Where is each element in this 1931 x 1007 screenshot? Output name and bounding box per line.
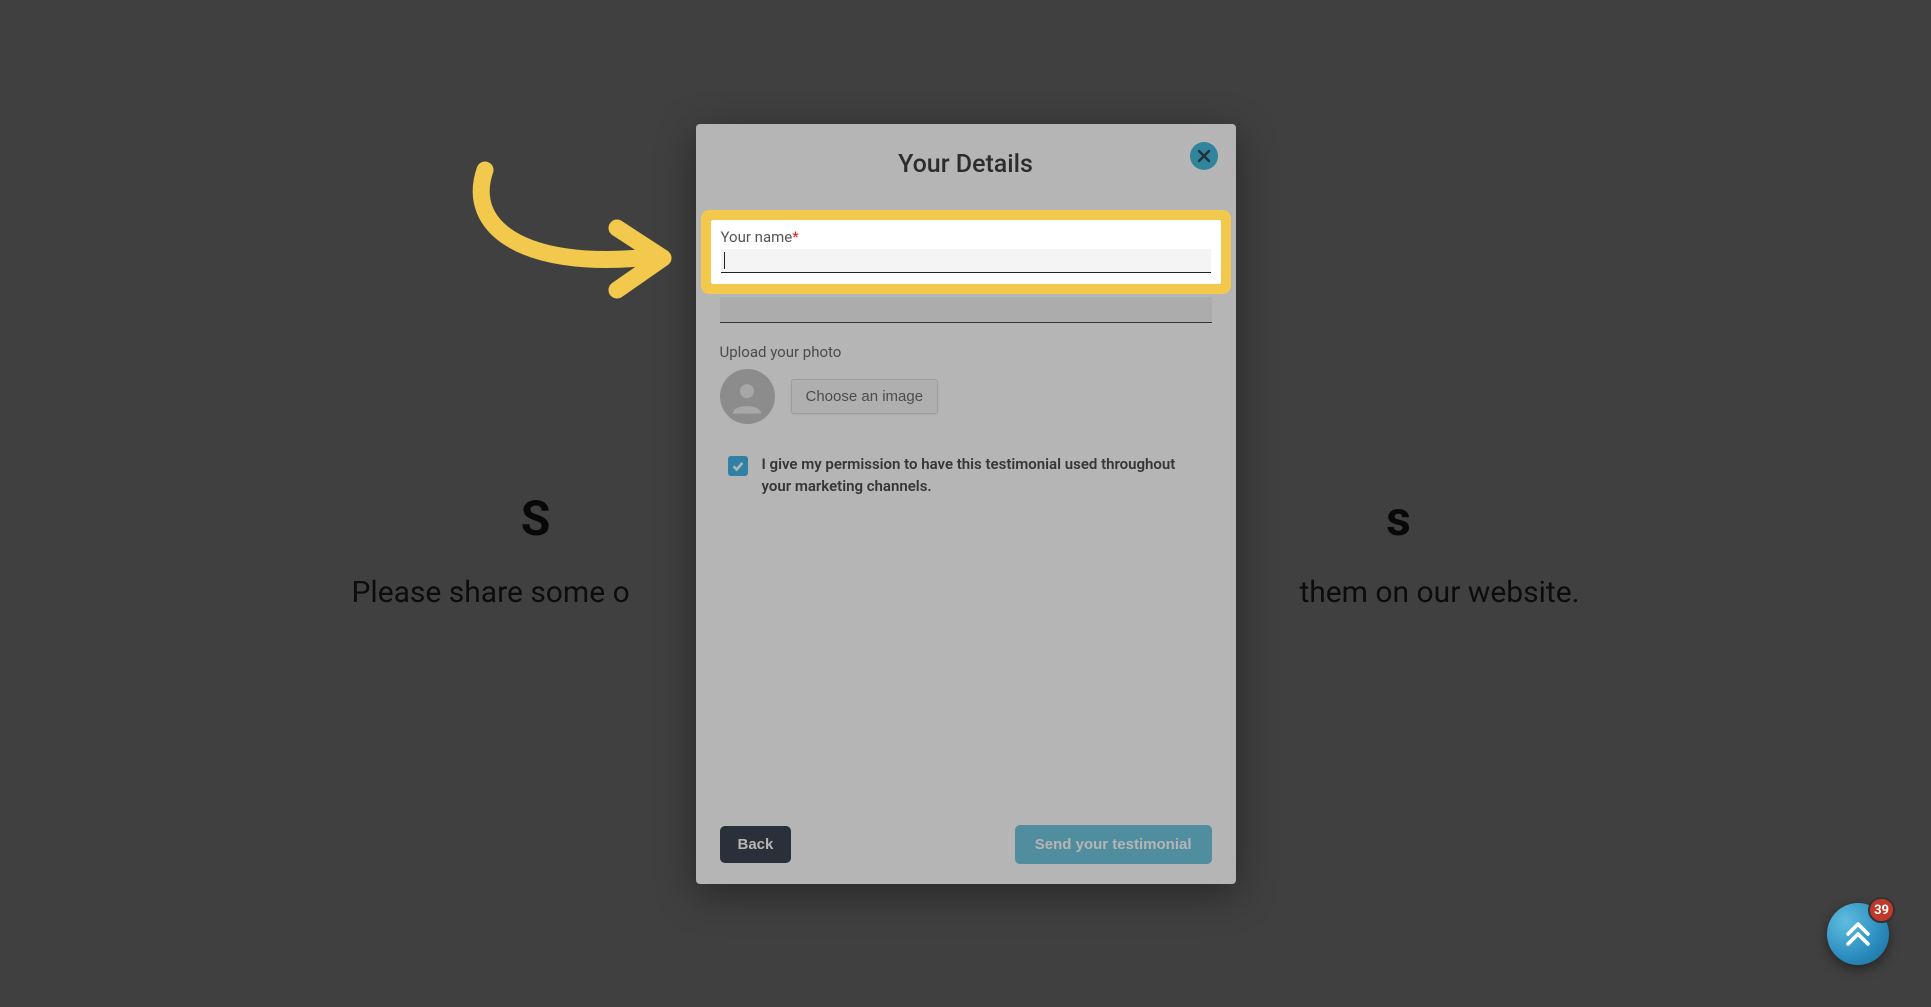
modal-footer: Back Send your testimonial xyxy=(696,809,1236,884)
name-label: Your name* xyxy=(720,209,1212,227)
modal-header: Your Details xyxy=(696,124,1236,199)
close-button[interactable] xyxy=(1190,142,1218,170)
submit-button[interactable]: Send your testimonial xyxy=(1015,825,1212,864)
consent-row: I give my permission to have this testim… xyxy=(720,454,1212,498)
email-input[interactable] xyxy=(720,297,1212,323)
consent-checkbox[interactable] xyxy=(728,456,748,476)
name-input[interactable] xyxy=(720,230,1212,256)
modal-title: Your Details xyxy=(716,150,1216,179)
email-label: Your email xyxy=(720,276,1212,294)
help-widget-button[interactable]: 39 xyxy=(1827,903,1889,965)
photo-label: Upload your photo xyxy=(720,343,1212,361)
required-marker: * xyxy=(791,209,797,227)
consent-text: I give my permission to have this testim… xyxy=(762,454,1204,498)
photo-field-group: Upload your photo Choose an image xyxy=(720,343,1212,424)
checkmark-icon xyxy=(731,459,745,473)
avatar-placeholder-icon xyxy=(727,377,767,417)
close-icon xyxy=(1197,149,1211,163)
modal-body: Your name* Your email Upload your photo … xyxy=(696,199,1236,809)
back-button[interactable]: Back xyxy=(720,826,792,863)
double-chevron-up-icon xyxy=(1841,917,1875,951)
choose-image-button[interactable]: Choose an image xyxy=(791,379,939,414)
avatar-placeholder xyxy=(720,369,775,424)
upload-row: Choose an image xyxy=(720,369,1212,424)
name-label-text: Your name xyxy=(720,209,792,227)
details-modal: Your Details Your name* Your email Uploa… xyxy=(696,124,1236,884)
name-field-group: Your name* xyxy=(720,209,1212,256)
widget-badge: 39 xyxy=(1868,897,1895,923)
email-field-group: Your email xyxy=(720,276,1212,323)
